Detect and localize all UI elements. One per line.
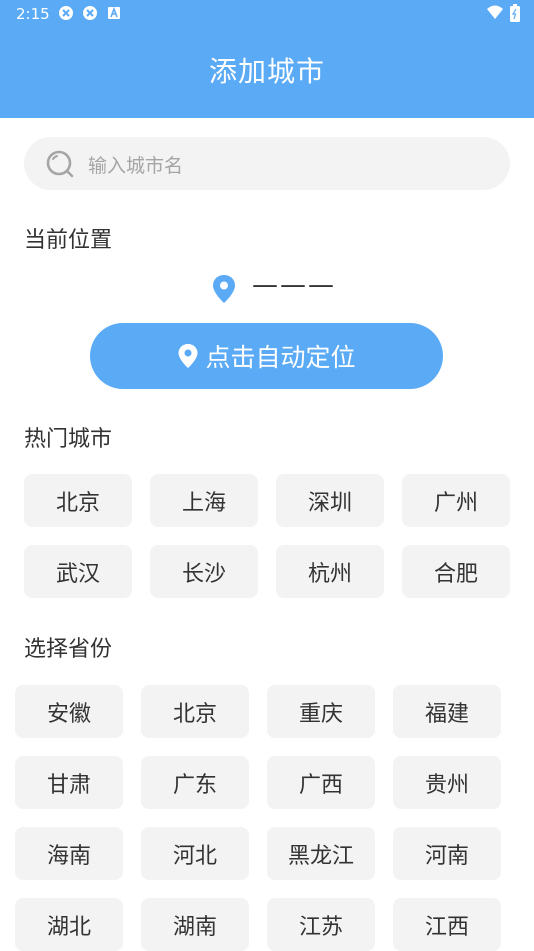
hot-city-chip[interactable]: 合肥 (402, 545, 510, 598)
sync-icon (83, 6, 97, 20)
province-chip[interactable]: 广西 (267, 756, 375, 809)
province-chip[interactable]: 福建 (393, 685, 501, 738)
status-icons-right (486, 4, 520, 22)
search-placeholder: 输入城市名 (88, 155, 184, 177)
hot-city-chip[interactable]: 北京 (24, 474, 132, 527)
status-icons-left (58, 5, 122, 21)
hot-city-chip[interactable]: 深圳 (276, 474, 384, 527)
search-icon (46, 150, 74, 178)
hot-city-chip[interactable]: 广州 (402, 474, 510, 527)
search-input[interactable]: 输入城市名 (24, 137, 510, 190)
province-chip[interactable]: 河南 (393, 827, 501, 880)
province-chip[interactable]: 江西 (393, 898, 501, 951)
province-chip[interactable]: 湖北 (15, 898, 123, 951)
province-chip[interactable]: 贵州 (393, 756, 501, 809)
hot-city-chip[interactable]: 上海 (150, 474, 258, 527)
status-bar: 2:15 (0, 0, 534, 28)
province-chip[interactable]: 重庆 (267, 685, 375, 738)
battery-icon (510, 4, 520, 22)
province-chip[interactable]: 河北 (141, 827, 249, 880)
province-heading: 选择省份 (24, 637, 113, 662)
page-title: 添加城市 (208, 55, 325, 88)
province-chip[interactable]: 海南 (15, 827, 123, 880)
hot-city-chip[interactable]: 长沙 (150, 545, 258, 598)
province-chip[interactable]: 湖南 (141, 898, 249, 951)
wifi-icon (487, 5, 503, 19)
auto-locate-label: 点击自动定位 (205, 343, 356, 372)
location-pin-icon (178, 344, 198, 368)
current-location-value: ——— (252, 270, 336, 300)
sync-icon (59, 6, 73, 20)
current-location-heading: 当前位置 (24, 228, 113, 253)
status-time: 2:15 (16, 5, 50, 23)
location-pin-icon (213, 275, 235, 303)
province-chip[interactable]: 北京 (141, 685, 249, 738)
province-chip[interactable]: 甘肃 (15, 756, 123, 809)
notification-a-icon (108, 6, 120, 19)
province-chip[interactable]: 江苏 (267, 898, 375, 951)
hot-city-chip[interactable]: 武汉 (24, 545, 132, 598)
province-chip[interactable]: 广东 (141, 756, 249, 809)
hot-cities-heading: 热门城市 (24, 427, 113, 452)
province-chip[interactable]: 黑龙江 (267, 827, 375, 880)
app-bar: 添加城市 (0, 28, 534, 118)
auto-locate-button[interactable]: 点击自动定位 (90, 323, 443, 389)
hot-city-chip[interactable]: 杭州 (276, 545, 384, 598)
province-chip[interactable]: 安徽 (15, 685, 123, 738)
current-location-row: ——— (0, 270, 534, 306)
